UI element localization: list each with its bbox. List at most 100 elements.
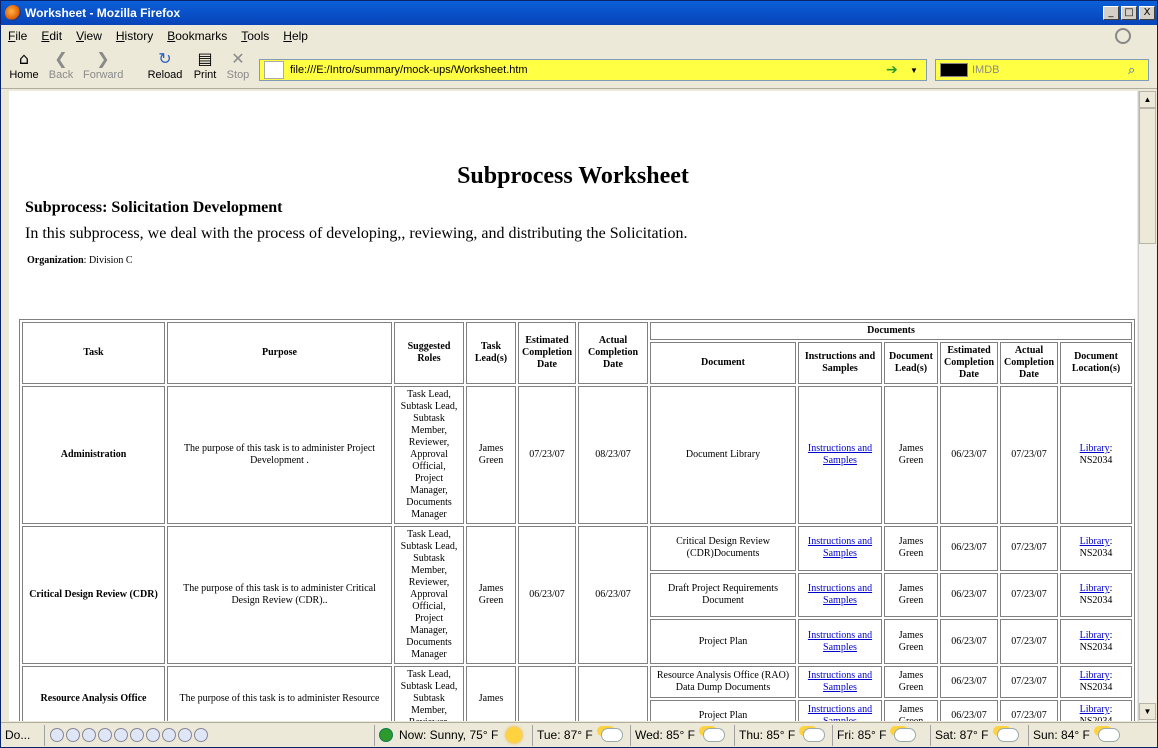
- window-title: Worksheet - Mozilla Firefox: [25, 6, 181, 20]
- instructions-link[interactable]: Instructions and Samples: [808, 443, 872, 466]
- instructions-link[interactable]: Instructions and Samples: [808, 704, 872, 721]
- forecast-day[interactable]: Wed: 85° F: [631, 724, 735, 746]
- instructions-link[interactable]: Instructions and Samples: [808, 536, 872, 559]
- location-cell: Library: NS2034: [1060, 666, 1133, 698]
- table-row: Resource Analysis Office The purpose of …: [22, 666, 1133, 721]
- minimize-button[interactable]: _: [1103, 6, 1119, 20]
- lead-cell: James Green: [466, 526, 516, 664]
- doc-est-cell: 06/23/07: [940, 386, 998, 524]
- scroll-thumb[interactable]: [1139, 108, 1156, 244]
- weather-now[interactable]: Now: Sunny, 75° F: [375, 724, 533, 746]
- menu-tools[interactable]: Tools: [234, 29, 276, 43]
- library-link[interactable]: Library: [1080, 443, 1110, 454]
- act-cell: [578, 666, 648, 721]
- vertical-scrollbar[interactable]: ▲ ▼: [1138, 91, 1156, 721]
- prev-icon[interactable]: [50, 728, 64, 742]
- go-arrow-icon[interactable]: ➔: [886, 62, 910, 78]
- rewind-icon[interactable]: [130, 728, 144, 742]
- printer-icon: ▤: [197, 49, 213, 68]
- forward-button[interactable]: ❯ Forward: [83, 49, 123, 81]
- forecast-text: Sat: 87° F: [935, 728, 989, 742]
- purpose-cell: The purpose of this task is to administe…: [167, 526, 392, 664]
- forecast-day[interactable]: Sun: 84° F: [1029, 725, 1129, 746]
- forecast-day[interactable]: Thu: 85° F: [735, 724, 833, 746]
- instructions-link[interactable]: Instructions and Samples: [808, 670, 872, 693]
- scroll-down-icon[interactable]: ▼: [1139, 703, 1156, 720]
- back-label: Back: [48, 69, 74, 81]
- th-instructions: Instructions and Samples: [798, 342, 882, 384]
- page-title: Subprocess Worksheet: [457, 163, 689, 189]
- table-row: Critical Design Review (CDR) The purpose…: [22, 526, 1133, 664]
- library-link[interactable]: Library: [1080, 704, 1110, 715]
- table-row: Administration The purpose of this task …: [22, 386, 1133, 524]
- media-controls: [45, 724, 375, 746]
- url-text[interactable]: file:///E:/Intro/summary/mock-ups/Worksh…: [290, 64, 886, 76]
- firefox-logo-icon: [5, 5, 21, 21]
- reload-button[interactable]: ↻ Reload: [147, 49, 183, 81]
- reload-icon: ↻: [158, 49, 172, 68]
- partly-cloudy-icon: [1097, 728, 1120, 742]
- library-link[interactable]: Library: [1080, 630, 1110, 641]
- volume-icon[interactable]: [162, 728, 176, 742]
- scroll-up-icon[interactable]: ▲: [1139, 91, 1156, 108]
- forecast-day[interactable]: Tue: 87° F: [533, 724, 631, 746]
- location-cell: Library: NS2034: [1060, 526, 1133, 571]
- url-dropdown-icon[interactable]: ▼: [910, 66, 926, 75]
- est-cell: [518, 666, 576, 721]
- green-globe-icon: [379, 728, 393, 742]
- menu-view[interactable]: View: [69, 29, 109, 43]
- forward-media-icon[interactable]: [146, 728, 160, 742]
- location-cell: Library: NS2034: [1060, 700, 1133, 721]
- back-arrow-icon: ❮: [54, 49, 68, 68]
- home-icon: ⌂: [18, 49, 30, 68]
- library-link[interactable]: Library: [1080, 670, 1110, 681]
- search-input[interactable]: IMDB: [972, 64, 1128, 76]
- doc-name-cell: Document Library: [650, 386, 796, 524]
- home-button[interactable]: ⌂ Home: [9, 49, 39, 81]
- menu-file[interactable]: File: [1, 29, 34, 43]
- search-engine-icon[interactable]: [940, 63, 968, 77]
- roles-cell: Task Lead, Subtask Lead, Subtask Member,…: [394, 386, 464, 524]
- stop-media-icon[interactable]: [98, 728, 112, 742]
- playlist-icon[interactable]: [194, 728, 208, 742]
- th-est: Estimated Completion Date: [518, 322, 576, 384]
- instructions-link[interactable]: Instructions and Samples: [808, 583, 872, 606]
- instructions-cell: Instructions and Samples: [798, 666, 882, 698]
- next-icon[interactable]: [114, 728, 128, 742]
- org-value: : Division C: [83, 255, 133, 266]
- menu-bookmarks[interactable]: Bookmarks: [160, 29, 234, 43]
- purpose-cell: The purpose of this task is to administe…: [167, 666, 392, 721]
- back-button[interactable]: ❮ Back: [47, 49, 75, 81]
- address-bar[interactable]: file:///E:/Intro/summary/mock-ups/Worksh…: [259, 59, 927, 81]
- mute-icon[interactable]: [178, 728, 192, 742]
- maximize-button[interactable]: □: [1121, 6, 1137, 20]
- close-button[interactable]: X: [1139, 6, 1155, 20]
- forecast-day[interactable]: Sat: 87° F: [931, 724, 1029, 746]
- menu-edit[interactable]: Edit: [34, 29, 69, 43]
- th-location: Document Location(s): [1060, 342, 1133, 384]
- th-doc-act: Actual Completion Date: [1000, 342, 1058, 384]
- search-box[interactable]: IMDB ⌕: [935, 59, 1149, 81]
- purpose-cell: The purpose of this task is to administe…: [167, 386, 392, 524]
- library-link[interactable]: Library: [1080, 583, 1110, 594]
- print-button[interactable]: ▤ Print: [191, 49, 219, 81]
- organization-line: Organization: Division C: [27, 255, 133, 266]
- forecast-text: Fri: 85° F: [837, 728, 887, 742]
- pause-icon[interactable]: [82, 728, 96, 742]
- stop-button[interactable]: ✕ Stop: [225, 49, 251, 81]
- menu-help[interactable]: Help: [276, 29, 315, 43]
- th-roles: Suggested Roles: [394, 322, 464, 384]
- forecast-day[interactable]: Fri: 85° F: [833, 724, 931, 746]
- title-bar: Worksheet - Mozilla Firefox _ □ X: [1, 1, 1157, 25]
- reload-label: Reload: [147, 69, 183, 81]
- partly-cloudy-icon: [803, 728, 826, 742]
- worksheet-table: Task Purpose Suggested Roles Task Lead(s…: [19, 319, 1136, 721]
- play-icon[interactable]: [66, 728, 80, 742]
- instructions-link[interactable]: Instructions and Samples: [808, 630, 872, 653]
- act-cell: 06/23/07: [578, 526, 648, 664]
- magnifier-icon[interactable]: ⌕: [1128, 63, 1148, 78]
- library-link[interactable]: Library: [1080, 536, 1110, 547]
- page-content: Subprocess Worksheet Subprocess: Solicit…: [9, 91, 1137, 721]
- print-label: Print: [193, 69, 217, 81]
- menu-history[interactable]: History: [109, 29, 160, 43]
